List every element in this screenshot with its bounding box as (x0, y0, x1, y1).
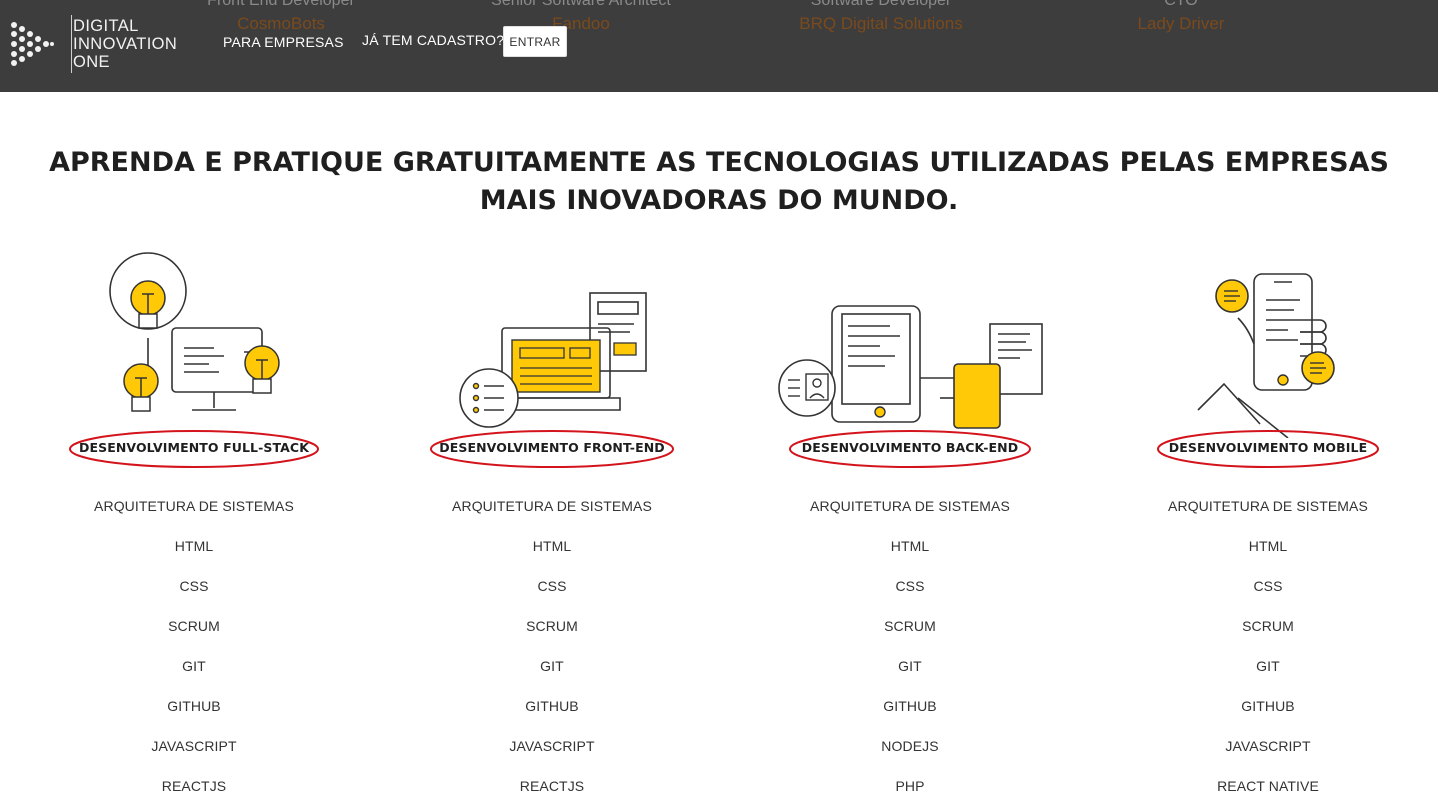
headline-line: MAIS INOVADORAS DO MUNDO. (479, 185, 959, 216)
topic-item[interactable]: SCRUM (730, 616, 1090, 656)
topic-item[interactable]: NODEJS (730, 736, 1090, 776)
login-button[interactable]: ENTRAR (503, 26, 567, 57)
topic-item[interactable]: CSS (730, 576, 1090, 616)
nav-link-for-companies[interactable]: PARA EMPRESAS (223, 34, 344, 50)
track-card-mobile: DESENVOLVIMENTO MOBILE ARQUITETURA DE SI… (1088, 248, 1438, 808)
topic-item[interactable]: GIT (1088, 656, 1438, 696)
topic-item[interactable]: GITHUB (1088, 696, 1438, 736)
track-card-fullstack: DESENVOLVIMENTO FULL-STACK ARQUITETURA D… (14, 248, 374, 808)
topic-item[interactable]: CSS (1088, 576, 1438, 616)
logo-line: ONE (73, 53, 110, 71)
track-title-highlight: DESENVOLVIMENTO MOBILE (1088, 428, 1438, 470)
testimonial-role: Software Developer (810, 0, 952, 9)
headline-line: APRENDA E PRATIQUE GRATUITAMENTE AS TECN… (49, 147, 1389, 178)
topic-item[interactable]: REACTJS (14, 776, 374, 808)
header-foreground: DIGITAL INNOVATION ONE PARA EMPRESAS JÁ … (0, 0, 600, 92)
testimonial-company: BRQ Digital Solutions (799, 14, 963, 33)
logo-line: INNOVATION (73, 35, 178, 53)
topic-list: ARQUITETURA DE SISTEMAS HTML CSS SCRUM G… (372, 496, 732, 808)
topic-item[interactable]: ARQUITETURA DE SISTEMAS (372, 496, 732, 536)
topic-item[interactable]: GITHUB (14, 696, 374, 736)
topic-item[interactable]: CSS (372, 576, 732, 616)
frontend-illustration-icon (459, 292, 647, 428)
topic-item[interactable]: SCRUM (1088, 616, 1438, 656)
topic-item[interactable]: HTML (372, 536, 732, 576)
track-title[interactable]: DESENVOLVIMENTO MOBILE (1088, 440, 1438, 455)
testimonial-item: CTO Lady Driver (1031, 0, 1331, 36)
testimonial-item: Software Developer BRQ Digital Solutions (731, 0, 1031, 36)
topic-item[interactable]: ARQUITETURA DE SISTEMAS (14, 496, 374, 536)
top-navigation-bar: Front End Developer CosmoBots Senior Sof… (0, 0, 1438, 92)
track-card-frontend: DESENVOLVIMENTO FRONT-END ARQUITETURA DE… (372, 248, 732, 808)
topic-item[interactable]: REACTJS (372, 776, 732, 808)
topic-item[interactable]: HTML (1088, 536, 1438, 576)
testimonial-role: CTO (1164, 0, 1198, 9)
topic-item[interactable]: GITHUB (372, 696, 732, 736)
topic-list: ARQUITETURA DE SISTEMAS HTML CSS SCRUM G… (1088, 496, 1438, 808)
topic-item[interactable]: JAVASCRIPT (14, 736, 374, 776)
logo-dots-icon (11, 22, 54, 66)
topic-item[interactable]: REACT NATIVE (1088, 776, 1438, 808)
topic-item[interactable]: JAVASCRIPT (1088, 736, 1438, 776)
logo-divider (71, 15, 72, 73)
topic-item[interactable]: HTML (14, 536, 374, 576)
topic-item[interactable]: ARQUITETURA DE SISTEMAS (730, 496, 1090, 536)
track-title-highlight: DESENVOLVIMENTO FRONT-END (372, 428, 732, 470)
topic-item[interactable]: GIT (14, 656, 374, 696)
page-headline: APRENDA E PRATIQUE GRATUITAMENTE AS TECN… (0, 144, 1438, 220)
logo-line: DIGITAL (73, 17, 139, 35)
track-card-backend: DESENVOLVIMENTO BACK-END ARQUITETURA DE … (730, 248, 1090, 808)
topic-item[interactable]: CSS (14, 576, 374, 616)
topic-item[interactable]: GIT (372, 656, 732, 696)
fullstack-illustration-icon (109, 252, 280, 412)
track-title[interactable]: DESENVOLVIMENTO FULL-STACK (14, 440, 374, 455)
testimonial-company: Lady Driver (1137, 14, 1225, 33)
topic-item[interactable]: GIT (730, 656, 1090, 696)
topic-list: ARQUITETURA DE SISTEMAS HTML CSS SCRUM G… (14, 496, 374, 808)
topic-item[interactable]: ARQUITETURA DE SISTEMAS (1088, 496, 1438, 536)
already-registered-label: JÁ TEM CADASTRO? (362, 32, 505, 48)
topic-item[interactable]: SCRUM (14, 616, 374, 656)
site-logo[interactable]: DIGITAL INNOVATION ONE (10, 15, 190, 73)
topic-item[interactable]: GITHUB (730, 696, 1090, 736)
topic-item[interactable]: HTML (730, 536, 1090, 576)
track-title-highlight: DESENVOLVIMENTO BACK-END (730, 428, 1090, 470)
track-title[interactable]: DESENVOLVIMENTO FRONT-END (372, 440, 732, 455)
track-title-highlight: DESENVOLVIMENTO FULL-STACK (14, 428, 374, 470)
topic-item[interactable]: PHP (730, 776, 1090, 808)
backend-illustration-icon (778, 305, 1043, 429)
track-title[interactable]: DESENVOLVIMENTO BACK-END (730, 440, 1090, 455)
mobile-illustration-icon (1197, 273, 1335, 438)
logo-wordmark: DIGITAL INNOVATION ONE (73, 17, 177, 71)
topic-item[interactable]: SCRUM (372, 616, 732, 656)
topic-item[interactable]: JAVASCRIPT (372, 736, 732, 776)
topic-list: ARQUITETURA DE SISTEMAS HTML CSS SCRUM G… (730, 496, 1090, 808)
